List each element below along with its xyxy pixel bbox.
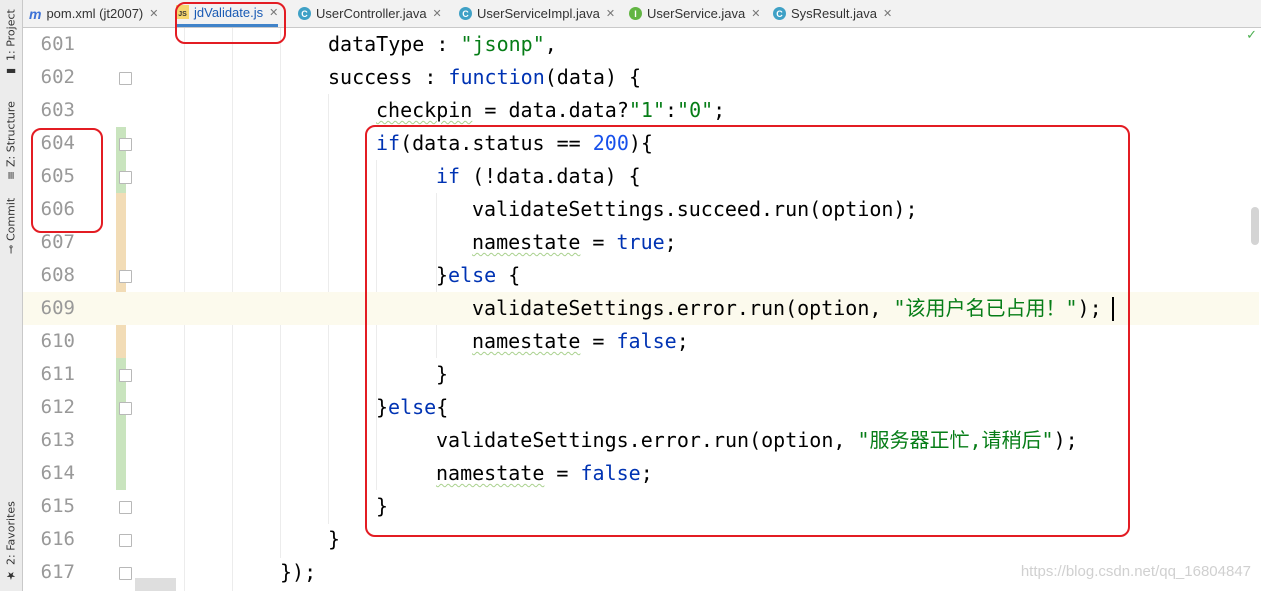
- line-number[interactable]: 609: [23, 292, 75, 325]
- code-line[interactable]: 603 checkpin = data.data?"1":"0";: [23, 94, 1259, 127]
- close-tab-icon[interactable]: ✕: [751, 7, 760, 20]
- code-token: dataType :: [328, 32, 461, 56]
- maven-icon: m: [29, 5, 42, 22]
- line-number[interactable]: 614: [23, 457, 75, 490]
- java-class-icon: C: [773, 7, 786, 20]
- close-tab-icon[interactable]: ✕: [606, 7, 615, 20]
- fold-marker-icon[interactable]: [119, 567, 132, 580]
- fold-marker-icon[interactable]: [119, 534, 132, 547]
- code-token: success :: [328, 65, 449, 89]
- java-class-icon: C: [459, 7, 472, 20]
- fold-marker-icon[interactable]: [119, 138, 132, 151]
- code-token: checkpin: [376, 98, 473, 122]
- line-number[interactable]: 616: [23, 523, 75, 556]
- code-token: :: [665, 98, 678, 122]
- close-tab-icon[interactable]: ✕: [149, 7, 158, 20]
- fold-marker-icon[interactable]: [119, 270, 132, 283]
- code-token: }: [328, 527, 341, 551]
- java-class-icon: C: [298, 7, 311, 20]
- folder-icon: ▬: [4, 65, 18, 78]
- line-number[interactable]: 608: [23, 259, 75, 292]
- tab-sysresult-java[interactable]: C SysResult.java ✕: [773, 0, 892, 27]
- fold-marker-icon[interactable]: [119, 369, 132, 382]
- code-token: (data) {: [544, 65, 642, 89]
- vertical-scrollbar-thumb[interactable]: [1251, 207, 1259, 245]
- structure-icon: ≡: [4, 170, 18, 180]
- line-number[interactable]: 611: [23, 358, 75, 391]
- code-text: checkpin = data.data?"1":"0";: [376, 94, 725, 127]
- star-icon: ★: [4, 569, 18, 582]
- annotation-box-code: [365, 125, 1130, 537]
- code-token: ,: [544, 32, 557, 56]
- left-tool-window-bar: ▬ 1: Project ≡ Z: Structure ⊸ Commit ★ 2…: [0, 0, 23, 591]
- code-token: "0": [677, 98, 714, 122]
- annotation-box-tab: [175, 2, 286, 44]
- line-number[interactable]: 613: [23, 424, 75, 457]
- watermark: https://blog.csdn.net/qq_16804847: [1020, 563, 1251, 580]
- line-number[interactable]: 615: [23, 490, 75, 523]
- project-tool-button[interactable]: ▬ 1: Project: [1, 8, 21, 78]
- code-text: dataType : "jsonp",: [328, 28, 557, 61]
- line-number[interactable]: 601: [23, 28, 75, 61]
- favorites-tool-button[interactable]: ★ 2: Favorites: [1, 500, 21, 582]
- code-token: ;: [713, 98, 726, 122]
- fold-marker-icon[interactable]: [119, 402, 132, 415]
- tab-pom-xml[interactable]: m pom.xml (jt2007) ✕: [29, 0, 158, 27]
- code-text: success : function(data) {: [328, 61, 641, 94]
- close-tab-icon[interactable]: ✕: [883, 7, 892, 20]
- line-number[interactable]: 610: [23, 325, 75, 358]
- fold-marker-icon[interactable]: [119, 501, 132, 514]
- code-text: });: [280, 556, 316, 589]
- code-token: });: [280, 560, 317, 584]
- code-line[interactable]: 602 success : function(data) {: [23, 61, 1259, 94]
- java-interface-icon: I: [629, 7, 642, 20]
- line-number[interactable]: 603: [23, 94, 75, 127]
- commit-tool-button[interactable]: ⊸ Commit: [1, 192, 21, 254]
- line-number[interactable]: 612: [23, 391, 75, 424]
- horizontal-scrollbar-thumb[interactable]: [135, 578, 176, 591]
- structure-tool-button[interactable]: ≡ Z: Structure: [1, 95, 21, 180]
- tab-userserviceimpl-java[interactable]: C UserServiceImpl.java ✕: [459, 0, 615, 27]
- line-number[interactable]: 602: [23, 61, 75, 94]
- code-token: "1": [628, 98, 665, 122]
- code-token: "jsonp": [460, 32, 545, 56]
- code-token: function: [448, 65, 545, 89]
- tab-usercontroller-java[interactable]: C UserController.java ✕: [298, 0, 442, 27]
- commit-icon: ⊸: [4, 244, 18, 254]
- line-number[interactable]: 617: [23, 556, 75, 589]
- code-text: }: [328, 523, 340, 556]
- tab-userservice-java[interactable]: I UserService.java ✕: [629, 0, 760, 27]
- fold-marker-icon[interactable]: [119, 171, 132, 184]
- code-token: = data.data?: [472, 98, 629, 122]
- fold-marker-icon[interactable]: [119, 72, 132, 85]
- annotation-box-line-numbers: [31, 128, 103, 233]
- close-tab-icon[interactable]: ✕: [433, 7, 442, 20]
